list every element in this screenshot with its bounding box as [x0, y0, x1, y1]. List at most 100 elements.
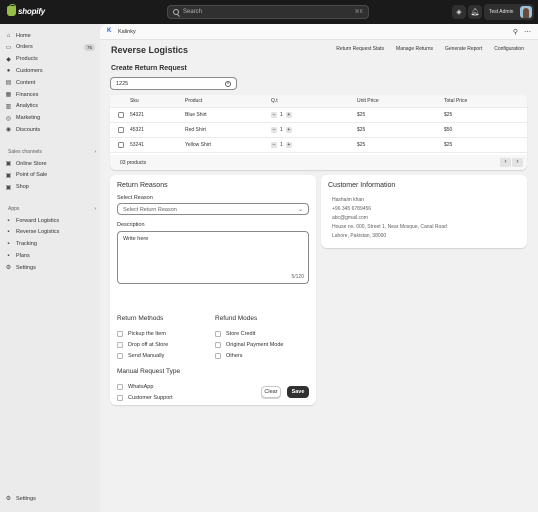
create-return-title: Create Return Request — [111, 65, 187, 72]
sidekick-button[interactable]: ◈ — [452, 5, 466, 19]
store-menu-button[interactable]: Test Admin — [484, 4, 534, 20]
manual-request-checkbox-whatsapp[interactable]: WhatsApp — [117, 384, 153, 390]
description-text: Write here — [123, 236, 149, 242]
apps-heading[interactable]: Apps › — [8, 206, 96, 212]
sidebar-item-shop[interactable]: ▣ Shop — [5, 182, 95, 193]
return-method-checkbox-drop-off-at-store[interactable]: Drop off at Store — [117, 342, 168, 348]
product-cell: Yellow Shirt — [185, 142, 211, 148]
clear-button[interactable]: Clear — [261, 386, 281, 398]
content-icon: ▤ — [5, 80, 12, 87]
total-price-cell: $50 — [444, 127, 453, 133]
manual-request-type-title: Manual Request Type — [117, 368, 181, 375]
description-textarea[interactable]: Write here 5/120 — [117, 231, 309, 284]
checkbox[interactable] — [117, 395, 123, 401]
refund-mode-checkbox-others[interactable]: Others — [215, 353, 243, 359]
top-bar: shopify Search ⌘K ◈ 🔔︎ Test Admin — [0, 0, 538, 24]
notifications-button[interactable]: 🔔︎ — [468, 5, 482, 19]
sidebar-item-discounts[interactable]: ◉ Discounts — [5, 124, 95, 135]
manual-request-checkbox-customer-support[interactable]: Customer Support — [117, 395, 173, 401]
person-icon: ● — [6, 67, 11, 74]
sidebar-item-plans[interactable]: ▪ Plans — [5, 250, 95, 261]
customer-address-line1: House no. 000, Street 1, Near Mosque, Ca… — [332, 224, 447, 230]
character-count: 5/120 — [291, 274, 304, 280]
order-number-input[interactable]: 1225 × — [110, 77, 237, 90]
sidebar-item-home[interactable]: ⌂ Home — [5, 30, 95, 41]
sidebar-item-customers[interactable]: ● Customers — [5, 65, 95, 76]
increase-quantity-button[interactable]: + — [285, 127, 292, 133]
brand-name: shopify — [18, 6, 46, 16]
checkbox[interactable] — [117, 384, 123, 390]
sidebar-item-content[interactable]: ▤ Content — [5, 77, 95, 88]
save-button[interactable]: Save — [287, 386, 309, 398]
sidebar-item-analytics[interactable]: ▥ Analytics — [5, 101, 95, 112]
decrease-quantity-button[interactable]: − — [271, 142, 277, 148]
sidebar-item-label: Discounts — [16, 126, 41, 133]
sidebar-item-label: Products — [16, 56, 38, 63]
pin-icon[interactable]: ⚲ — [513, 28, 518, 36]
decrease-quantity-button[interactable]: − — [271, 112, 277, 118]
row-checkbox[interactable] — [118, 142, 124, 148]
column-header-product: Product — [185, 98, 203, 104]
sidebar-item-label: Orders — [16, 44, 33, 51]
sidebar-item-settings[interactable]: ⚙ Settings — [5, 262, 95, 273]
sidebar-item-products[interactable]: ◆ Products — [5, 54, 95, 65]
table-row: 45321 Red Shirt $25 $50 −1 + — [110, 123, 527, 138]
shopify-bag-icon — [7, 4, 16, 16]
increase-quantity-button[interactable]: + — [285, 112, 292, 118]
sales-channels-heading[interactable]: Sales channels › — [8, 149, 96, 155]
unit-price-cell: $25 — [357, 142, 366, 148]
refund-mode-checkbox-original-payment-mode[interactable]: Original Payment Mode — [215, 342, 283, 348]
sidebar-item-label: Analytics — [16, 103, 39, 110]
checkbox[interactable] — [215, 342, 221, 348]
sidebar-item-marketing[interactable]: ◎ Marketing — [5, 113, 95, 124]
sidebar-item-online-store[interactable]: ▣ Online Store — [5, 158, 95, 169]
link-generate-report[interactable]: Generate Report — [445, 46, 482, 52]
checkbox[interactable] — [215, 331, 221, 337]
decrease-quantity-button[interactable]: − — [271, 127, 277, 133]
customer-phone: +96 345 6789456 — [332, 206, 372, 212]
select-reason-label: Select Reason — [117, 195, 153, 201]
sidebar-item-tracking[interactable]: ▪ Tracking — [5, 239, 95, 250]
link-manage-returns[interactable]: Manage Returns — [396, 46, 433, 52]
refund-modes-title: Refund Modes — [215, 315, 258, 322]
checkbox[interactable] — [117, 331, 123, 337]
sidebar-item-label: Forward Logistics — [16, 217, 60, 224]
product-count: 03 products — [120, 159, 147, 166]
sku-cell: 54321 — [130, 112, 144, 118]
orders-icon: ▭ — [5, 44, 12, 51]
sidebar-item-forward-logistics[interactable]: ▪ Forward Logistics — [5, 215, 95, 226]
orders-count-badge: 75 — [83, 43, 95, 51]
return-method-checkbox-send-manually[interactable]: Send Manually — [117, 353, 164, 359]
clear-input-icon[interactable]: × — [225, 80, 231, 87]
return-method-checkbox-pickup-the-item[interactable]: Pickup the Item — [117, 331, 166, 337]
unit-price-cell: $25 — [357, 127, 366, 133]
app-bar: K Kalinky ⚲ ⋯ — [100, 24, 538, 40]
row-checkbox[interactable] — [118, 112, 124, 118]
previous-page-button[interactable]: ‹ — [500, 158, 511, 167]
checkbox[interactable] — [117, 342, 123, 348]
row-checkbox[interactable] — [118, 127, 124, 133]
increase-quantity-button[interactable]: + — [285, 142, 292, 148]
shopify-logo[interactable]: shopify — [7, 4, 46, 16]
quantity-value: 1 — [280, 112, 283, 118]
sidebar-item-finances[interactable]: ▦ Finances — [5, 89, 95, 100]
next-page-button[interactable]: › — [512, 158, 523, 167]
link-configuration[interactable]: Configuration — [494, 46, 524, 52]
table-row: 54321 Blue Shirt $25 $25 −1 + — [110, 108, 527, 123]
more-options-icon[interactable]: ⋯ — [524, 28, 531, 36]
table-header: Sku Product Q.t Unit Price Total Price — [110, 95, 527, 108]
link-return-request-stats[interactable]: Return Request Stats — [336, 46, 384, 52]
chevron-down-icon: ⌄ — [297, 207, 303, 213]
search-input[interactable]: Search ⌘K — [167, 5, 369, 19]
sidebar-item-label: Settings — [16, 264, 36, 271]
checkbox[interactable] — [117, 353, 123, 359]
search-icon — [173, 9, 179, 15]
return-methods-title: Return Methods — [117, 315, 164, 322]
refund-mode-checkbox-store-credit[interactable]: Store Credit — [215, 331, 255, 337]
sidebar-item-point-of-sale[interactable]: ▣ Point of Sale — [5, 170, 95, 181]
sidebar-item-settings[interactable]: ⚙ Settings — [5, 493, 95, 504]
sidebar-item-reverse-logistics[interactable]: ▪ Reverse Logistics — [5, 227, 95, 238]
sidebar-item-orders[interactable]: ▭ Orders 75 — [5, 42, 95, 53]
return-reason-select[interactable]: Select Return Reason ⌄ — [117, 203, 309, 215]
checkbox[interactable] — [215, 353, 221, 359]
